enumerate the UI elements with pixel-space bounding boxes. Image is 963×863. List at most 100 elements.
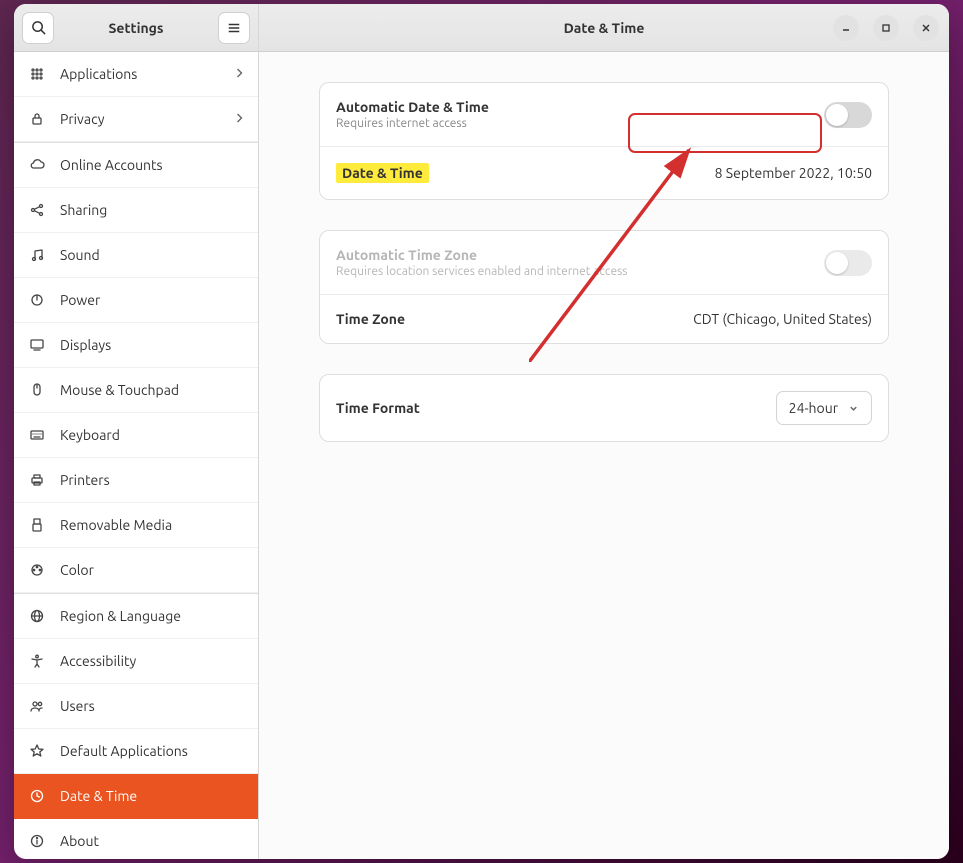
sidebar-item-label: Displays bbox=[60, 337, 244, 353]
sidebar-item-privacy[interactable]: Privacy bbox=[14, 97, 258, 142]
window-controls bbox=[833, 15, 939, 41]
date-time-row[interactable]: Date & Time 8 September 2022, 10:50 bbox=[320, 146, 888, 199]
chevron-right-icon bbox=[235, 111, 244, 127]
sidebar-item-displays[interactable]: Displays bbox=[14, 323, 258, 368]
usb-icon bbox=[28, 517, 46, 533]
sidebar-item-users[interactable]: Users bbox=[14, 684, 258, 729]
sidebar-item-label: Printers bbox=[60, 472, 244, 488]
sidebar-item-label: Mouse & Touchpad bbox=[60, 382, 244, 398]
time-format-select[interactable]: 24-hour bbox=[776, 391, 872, 425]
close-icon bbox=[921, 23, 931, 33]
clock-icon bbox=[28, 788, 46, 804]
sidebar-item-label: Applications bbox=[60, 66, 235, 82]
sidebar-item-label: Sharing bbox=[60, 202, 244, 218]
star-icon bbox=[28, 743, 46, 759]
info-icon bbox=[28, 833, 46, 849]
date-time-card: Automatic Date & Time Requires internet … bbox=[319, 82, 889, 200]
chevron-right-icon bbox=[235, 66, 244, 82]
sidebar-item-label: Keyboard bbox=[60, 427, 244, 443]
hamburger-icon bbox=[227, 21, 241, 35]
maximize-button[interactable] bbox=[873, 15, 899, 41]
minimize-button[interactable] bbox=[833, 15, 859, 41]
time-format-label: Time Format bbox=[336, 400, 420, 416]
sidebar-item-sound[interactable]: Sound bbox=[14, 233, 258, 278]
sidebar-item-default-applications[interactable]: Default Applications bbox=[14, 729, 258, 774]
sidebar-item-color[interactable]: Color bbox=[14, 548, 258, 593]
toggle-knob bbox=[826, 252, 848, 274]
time-zone-row[interactable]: Time Zone CDT (Chicago, United States) bbox=[320, 294, 888, 343]
maximize-icon bbox=[881, 23, 891, 33]
sidebar-item-keyboard[interactable]: Keyboard bbox=[14, 413, 258, 458]
sidebar-item-date-time[interactable]: Date & Time bbox=[14, 774, 258, 819]
sidebar-title: Settings bbox=[54, 20, 218, 36]
sidebar-item-region-language[interactable]: Region & Language bbox=[14, 594, 258, 639]
page-title: Date & Time bbox=[564, 20, 645, 36]
sidebar-item-applications[interactable]: Applications bbox=[14, 52, 258, 97]
power-icon bbox=[28, 292, 46, 308]
time-format-card: Time Format 24-hour bbox=[319, 374, 889, 442]
display-icon bbox=[28, 337, 46, 353]
sidebar-item-label: Accessibility bbox=[60, 653, 244, 669]
sidebar-item-accessibility[interactable]: Accessibility bbox=[14, 639, 258, 684]
auto-date-time-toggle[interactable] bbox=[824, 102, 872, 128]
mouse-icon bbox=[28, 382, 46, 398]
time-format-row: Time Format 24-hour bbox=[320, 375, 888, 441]
search-button[interactable] bbox=[22, 12, 54, 44]
sidebar-item-printers[interactable]: Printers bbox=[14, 458, 258, 503]
sidebar-item-label: Privacy bbox=[60, 111, 235, 127]
sidebar-item-sharing[interactable]: Sharing bbox=[14, 188, 258, 233]
sidebar-item-removable-media[interactable]: Removable Media bbox=[14, 503, 258, 548]
sidebar-item-label: Sound bbox=[60, 247, 244, 263]
sidebar-item-label: Color bbox=[60, 562, 244, 578]
⠿-icon bbox=[28, 66, 46, 82]
sidebar-header: Settings bbox=[14, 4, 258, 52]
toggle-knob bbox=[826, 104, 848, 126]
auto-date-time-sub: Requires internet access bbox=[336, 117, 489, 130]
a11y-icon bbox=[28, 653, 46, 669]
users-icon bbox=[28, 698, 46, 714]
main-panel: Date & Time Automatic Date & Time Requir… bbox=[259, 4, 949, 859]
sidebar: Settings Applications Privacy Online Accou… bbox=[14, 4, 259, 859]
keyboard-icon bbox=[28, 427, 46, 443]
color-icon bbox=[28, 562, 46, 578]
settings-window: Settings Applications Privacy Online Accou… bbox=[14, 4, 949, 859]
date-time-value: 8 September 2022, 10:50 bbox=[715, 165, 872, 181]
search-icon bbox=[31, 20, 46, 35]
sidebar-item-power[interactable]: Power bbox=[14, 278, 258, 323]
auto-time-zone-row: Automatic Time Zone Requires location se… bbox=[320, 231, 888, 294]
close-button[interactable] bbox=[913, 15, 939, 41]
sidebar-item-label: Date & Time bbox=[60, 788, 244, 804]
menu-button[interactable] bbox=[218, 12, 250, 44]
time-zone-label: Time Zone bbox=[336, 311, 405, 327]
minimize-icon bbox=[841, 23, 851, 33]
sidebar-item-about[interactable]: About bbox=[14, 819, 258, 859]
sidebar-item-label: Online Accounts bbox=[60, 157, 244, 173]
content-area: Automatic Date & Time Requires internet … bbox=[259, 52, 949, 502]
time-zone-value: CDT (Chicago, United States) bbox=[693, 311, 872, 327]
sidebar-item-label: Removable Media bbox=[60, 517, 244, 533]
share-icon bbox=[28, 202, 46, 218]
date-time-label: Date & Time bbox=[336, 163, 429, 183]
main-header: Date & Time bbox=[259, 4, 949, 52]
printer-icon bbox=[28, 472, 46, 488]
cloud-icon bbox=[28, 157, 46, 173]
chevron-down-icon bbox=[848, 403, 859, 414]
sidebar-item-mouse-touchpad[interactable]: Mouse & Touchpad bbox=[14, 368, 258, 413]
lock-icon bbox=[28, 111, 46, 127]
sidebar-item-label: Region & Language bbox=[60, 608, 244, 624]
auto-date-time-row: Automatic Date & Time Requires internet … bbox=[320, 83, 888, 146]
sidebar-item-label: Power bbox=[60, 292, 244, 308]
auto-time-zone-label: Automatic Time Zone bbox=[336, 247, 628, 263]
globe-icon bbox=[28, 608, 46, 624]
auto-date-time-label: Automatic Date & Time bbox=[336, 99, 489, 115]
sidebar-nav: Applications Privacy Online Accounts Sharin… bbox=[14, 52, 258, 859]
sidebar-item-label: About bbox=[60, 833, 244, 849]
time-format-value: 24-hour bbox=[789, 400, 838, 416]
auto-time-zone-sub: Requires location services enabled and i… bbox=[336, 265, 628, 278]
sidebar-item-online-accounts[interactable]: Online Accounts bbox=[14, 143, 258, 188]
auto-time-zone-toggle bbox=[824, 250, 872, 276]
music-icon bbox=[28, 247, 46, 263]
sidebar-item-label: Default Applications bbox=[60, 743, 244, 759]
time-zone-card: Automatic Time Zone Requires location se… bbox=[319, 230, 889, 344]
sidebar-item-label: Users bbox=[60, 698, 244, 714]
